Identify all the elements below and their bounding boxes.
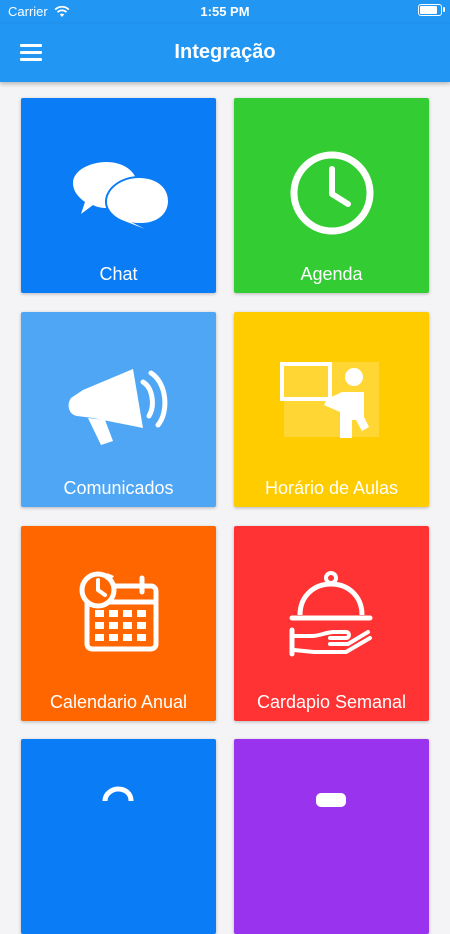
tile-partial-left[interactable] — [21, 739, 216, 934]
partial-icon — [316, 793, 346, 807]
tile-label: Calendario Anual — [49, 692, 188, 712]
battery-icon — [418, 4, 445, 16]
tile-partial-right[interactable] — [234, 739, 429, 934]
tile-agenda[interactable]: Agenda — [234, 98, 429, 293]
partial-icon — [102, 786, 134, 802]
battery-area — [418, 4, 445, 16]
tile-horario-de-aulas[interactable]: Horário de Aulas — [234, 312, 429, 507]
tile-label: Comunicados — [63, 478, 174, 498]
tile-label: Agenda — [300, 264, 363, 284]
tile-calendario-anual[interactable]: Calendario Anual — [21, 526, 216, 721]
app-bar: Integração — [0, 24, 450, 82]
status-bar: Carrier 1:55 PM — [0, 0, 450, 24]
status-time: 1:55 PM — [200, 4, 250, 19]
page-title: Integração — [174, 41, 276, 63]
tile-comunicados[interactable]: Comunicados — [21, 312, 216, 507]
tile-cardapio-semanal[interactable]: Cardapio Semanal — [234, 526, 429, 721]
tile-label: Cardapio Semanal — [256, 692, 407, 712]
tile-label: Horário de Aulas — [264, 478, 399, 498]
tile-label: Chat — [99, 264, 138, 284]
tile-chat[interactable]: Chat — [21, 98, 216, 293]
